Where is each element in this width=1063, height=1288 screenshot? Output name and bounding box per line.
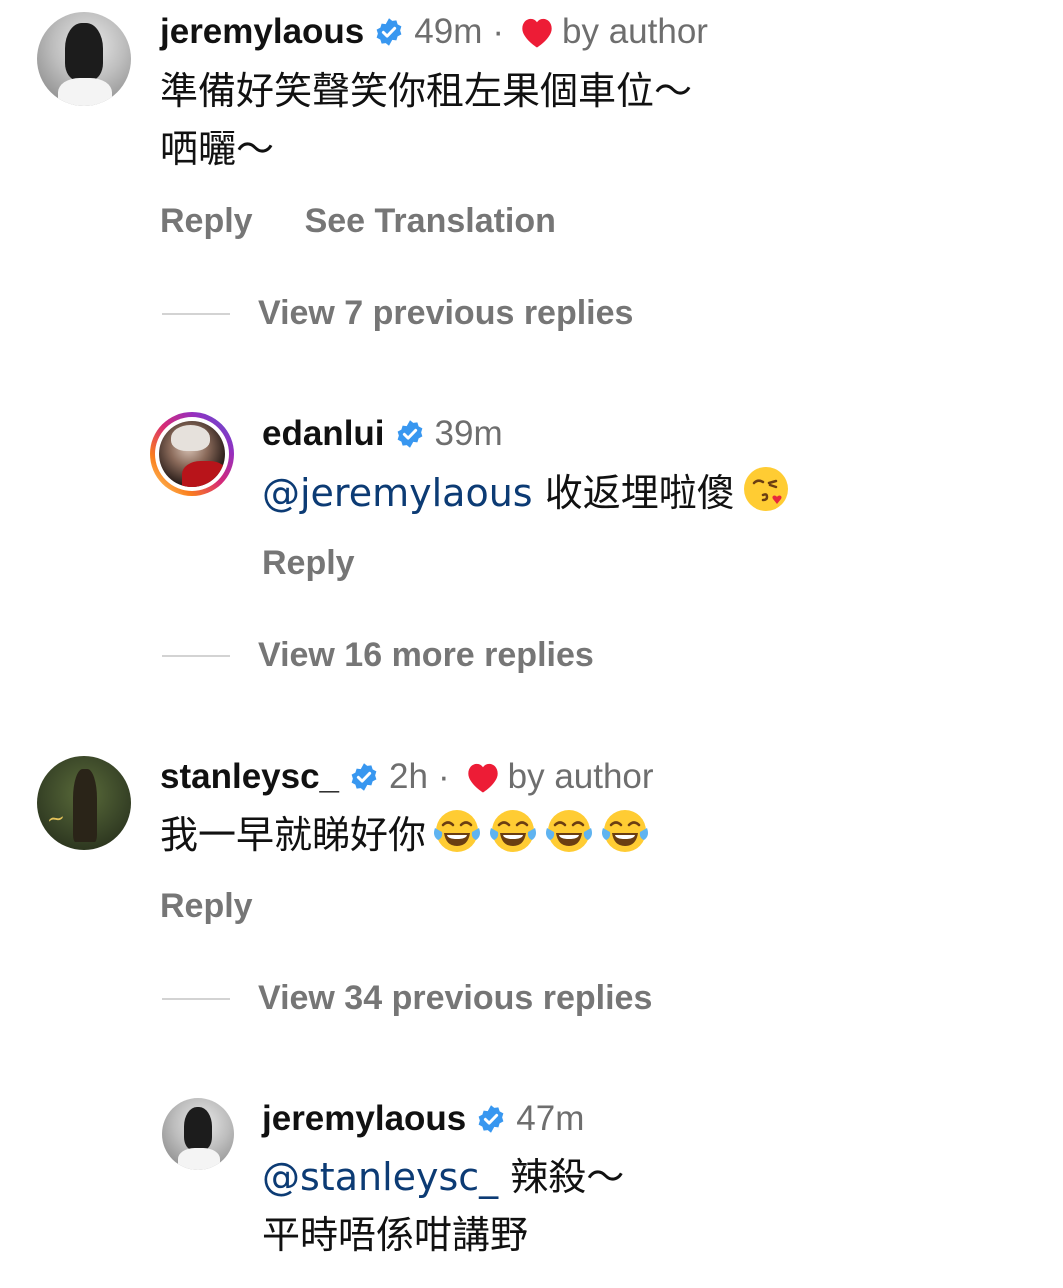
verified-badge-icon (395, 419, 425, 449)
separator-dot: · (437, 757, 450, 796)
avatar-edanlui[interactable] (150, 412, 234, 496)
face-with-tears-of-joy-icon (544, 806, 594, 856)
comment-body: 辣殺～ (510, 1155, 625, 1199)
face-blowing-a-kiss-icon (741, 464, 791, 514)
by-author-label: by author (562, 12, 708, 51)
face-with-tears-of-joy-icon (488, 806, 538, 856)
verified-badge-icon (374, 17, 404, 47)
view-previous-replies-button[interactable]: View 7 previous replies (162, 294, 633, 333)
timestamp: 49m (414, 12, 483, 51)
divider-line (162, 312, 230, 315)
username[interactable]: jeremylaous (160, 14, 364, 49)
username[interactable]: jeremylaous (262, 1101, 466, 1136)
username[interactable]: edanlui (262, 416, 385, 451)
comment-actions: Reply (262, 544, 355, 583)
comment-line-2: 哂曬～ (160, 127, 275, 171)
replies-toggle-label: View 16 more replies (258, 636, 594, 674)
comment-header: jeremylaous 47m (262, 1101, 584, 1136)
comment-header: stanleysc_ 2h · by author (160, 759, 654, 794)
comment-actions: Reply See Translation (160, 202, 556, 241)
timestamp: 2h (389, 757, 428, 796)
timestamp: 47m (516, 1099, 585, 1138)
verified-badge-icon (476, 1104, 506, 1134)
comment-text: @stanleysc_ 辣殺～ 平時唔係咁講野 (262, 1148, 624, 1264)
reply-button[interactable]: Reply (262, 544, 355, 583)
timestamp: 39m (434, 414, 503, 453)
comment-body: 收返埋啦傻 (544, 471, 735, 515)
avatar-jeremylaous[interactable] (162, 1098, 234, 1170)
see-translation-button[interactable]: See Translation (305, 202, 556, 241)
reply-button[interactable]: Reply (160, 887, 253, 926)
heart-icon (464, 760, 502, 794)
comment-header: jeremylaous 49m · by author (160, 14, 708, 49)
divider-line (162, 654, 230, 657)
verified-badge-icon (349, 762, 379, 792)
comment-actions: Reply (160, 887, 253, 926)
mention-link[interactable]: @jeremylaous (262, 471, 533, 515)
face-with-tears-of-joy-icon (432, 806, 482, 856)
divider-line (162, 997, 230, 1000)
face-with-tears-of-joy-icon (600, 806, 650, 856)
by-author-label: by author (507, 757, 654, 796)
comment-line-1: 準備好笑聲笑你租左果個車位～ (160, 69, 693, 113)
reply-button[interactable]: Reply (160, 202, 253, 241)
view-more-replies-button[interactable]: View 16 more replies (162, 636, 594, 675)
avatar-stanleysc[interactable]: ~ (37, 756, 131, 850)
replies-toggle-label: View 34 previous replies (258, 979, 653, 1017)
replies-toggle-label: View 7 previous replies (258, 294, 634, 332)
mention-link[interactable]: @stanleysc_ (262, 1155, 498, 1199)
comment-header: edanlui 39m (262, 416, 503, 451)
comment-text: @jeremylaous 收返埋啦傻 (262, 464, 791, 522)
comment-text: 我一早就睇好你 (160, 806, 650, 864)
username[interactable]: stanleysc_ (160, 759, 339, 794)
avatar-jeremylaous[interactable] (37, 12, 131, 106)
comment-line-1: @stanleysc_ 辣殺～ (262, 1148, 624, 1206)
heart-icon (518, 15, 556, 49)
comment-body: 我一早就睇好你 (160, 813, 427, 857)
separator-dot: · (492, 12, 505, 51)
view-previous-replies-button[interactable]: View 34 previous replies (162, 979, 652, 1018)
comment-text: 準備好笑聲笑你租左果個車位～ 哂曬～ (160, 62, 692, 178)
comment-line-2: 平時唔係咁講野 (262, 1213, 529, 1257)
